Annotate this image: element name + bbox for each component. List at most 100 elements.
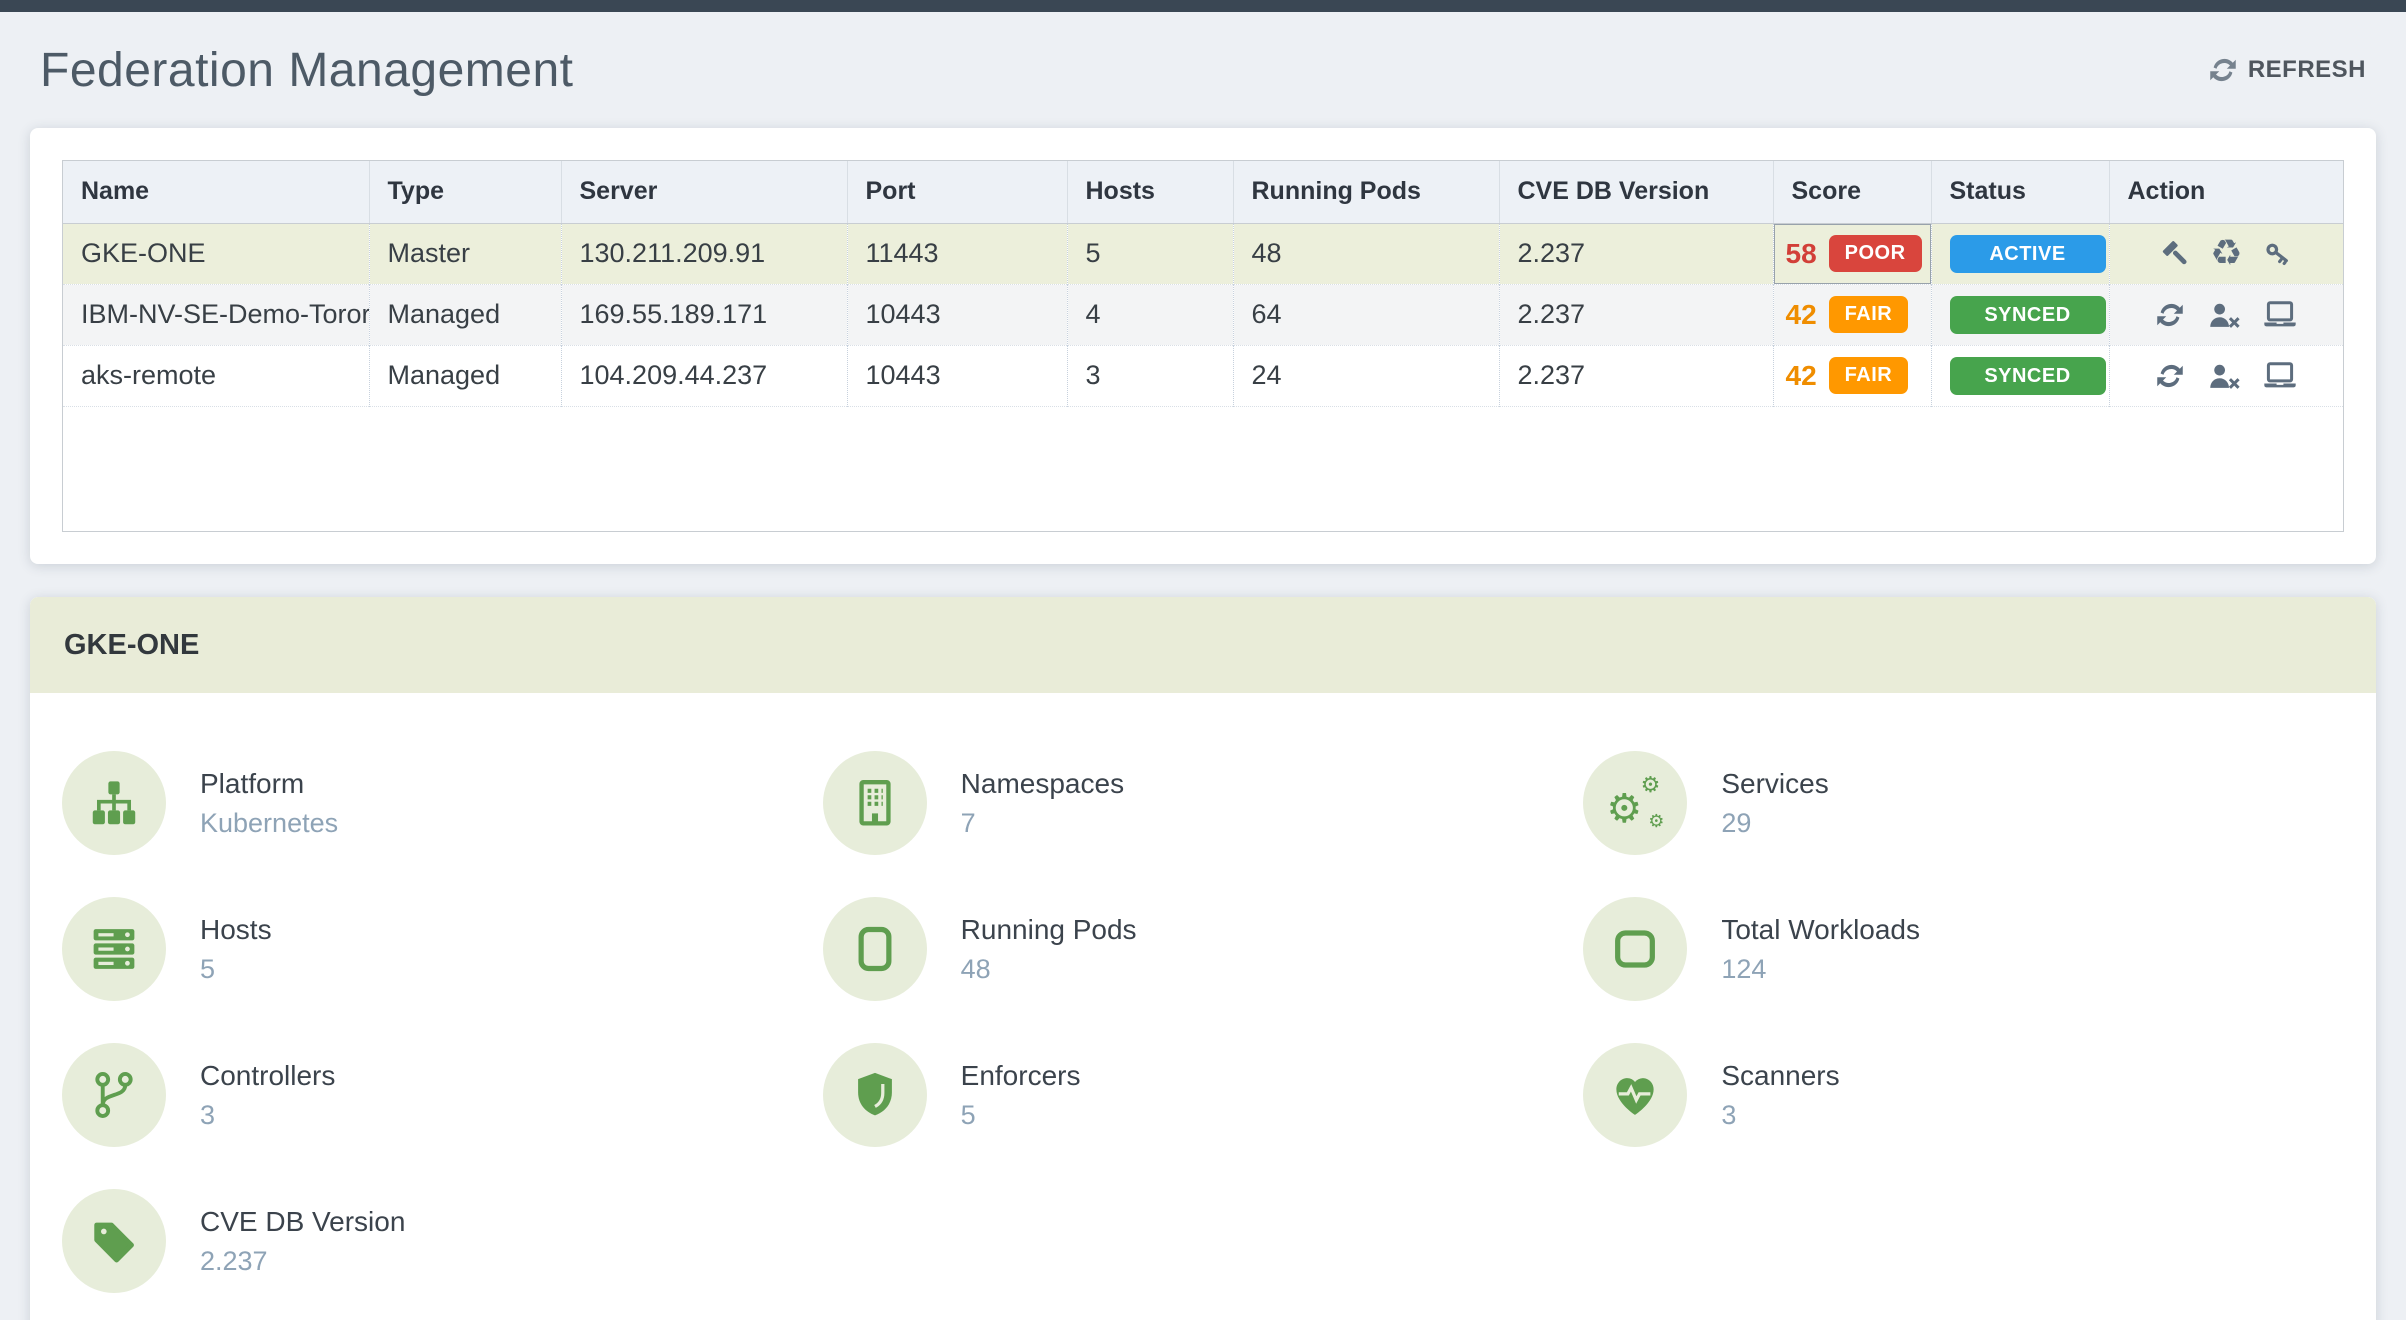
cell-cve-db-version: 2.237 [1498, 284, 1773, 345]
heartbeat-icon [1583, 1043, 1688, 1147]
status-badge: SYNCED [1949, 295, 2106, 334]
detail-title: GKE-ONE [64, 628, 200, 661]
col-header-server: Server [560, 161, 847, 224]
table-row-managed-1[interactable]: IBM-NV-SE-Demo-Toror Managed 169.55.189.… [63, 284, 2343, 345]
table-header-row: Name Type Server Port Hosts Running Pods… [63, 161, 2343, 224]
recycle-icon[interactable]: ♻ [2210, 235, 2242, 271]
sitemap-icon [62, 751, 166, 855]
remove-user-icon[interactable] [2206, 300, 2242, 330]
stat-value: 3 [1721, 1099, 1737, 1130]
cell-server: 104.209.44.237 [560, 345, 847, 406]
status-badge: SYNCED [1949, 356, 2106, 395]
cell-actions: ♻ [2108, 223, 2343, 284]
status-badge: ACTIVE [1949, 234, 2106, 273]
workload-icon [1583, 897, 1688, 1001]
cell-cve-db-version: 2.237 [1498, 345, 1773, 406]
stat-value: 48 [960, 953, 991, 984]
cell-actions [2108, 284, 2343, 345]
refresh-button[interactable]: REFRESH [2208, 55, 2366, 85]
score-value: 58 [1785, 237, 1817, 269]
col-header-port: Port [846, 161, 1067, 224]
score-badge: FAIR [1828, 296, 1909, 333]
col-header-name: Name [63, 161, 369, 224]
cell-hosts: 4 [1066, 284, 1233, 345]
clusters-table-wrap: Name Type Server Port Hosts Running Pods… [62, 160, 2344, 532]
stat-cve-db-version: CVE DB Version 2.237 [62, 1189, 823, 1293]
cell-type: Managed [368, 345, 561, 406]
cluster-detail-card: GKE-ONE Platform Kubernetes Namespaces 7 [30, 597, 2376, 1320]
cell-score: 42 FAIR [1772, 345, 1931, 406]
cell-port: 10443 [846, 284, 1067, 345]
score-value: 42 [1785, 359, 1817, 391]
stat-value: 3 [200, 1099, 216, 1130]
stat-total-workloads: Total Workloads 124 [1583, 897, 2344, 1001]
pod-icon [822, 897, 927, 1001]
stat-label: Running Pods [960, 913, 1137, 945]
remove-user-icon[interactable] [2206, 361, 2242, 391]
clusters-table-card: Name Type Server Port Hosts Running Pods… [30, 128, 2376, 564]
stat-value: 5 [960, 1099, 976, 1130]
cell-type: Master [368, 223, 561, 284]
stat-label: Scanners [1721, 1059, 1840, 1091]
stat-label: Services [1721, 767, 1829, 799]
servers-icon [62, 897, 166, 1001]
cell-score: 42 FAIR [1772, 284, 1931, 345]
key-icon[interactable] [2262, 239, 2294, 269]
detail-header: GKE-ONE [30, 597, 2376, 693]
gears-icon: ⚙ ⚙ ⚙ [1583, 751, 1688, 855]
cell-running-pods: 64 [1232, 284, 1499, 345]
stat-controllers: Controllers 3 [62, 1043, 823, 1147]
table-row-master[interactable]: GKE-ONE Master 130.211.209.91 11443 5 48… [63, 223, 2343, 284]
cell-server: 130.211.209.91 [560, 223, 847, 284]
stat-label: CVE DB Version [200, 1205, 406, 1237]
branch-icon [62, 1043, 166, 1147]
cell-server: 169.55.189.171 [560, 284, 847, 345]
stat-value: 7 [960, 807, 976, 838]
shield-icon [822, 1043, 927, 1147]
laptop-icon[interactable] [2262, 361, 2298, 391]
cell-name: aks-remote [81, 360, 217, 390]
cell-actions [2108, 345, 2343, 406]
stat-value: 5 [200, 953, 216, 984]
cell-cve-db-version: 2.237 [1498, 223, 1773, 284]
tag-icon [62, 1189, 166, 1293]
cell-status: SYNCED [1930, 345, 2109, 406]
stat-label: Hosts [200, 913, 272, 945]
building-icon [822, 751, 927, 855]
cell-type: Managed [368, 284, 561, 345]
cluster-stats-grid: Platform Kubernetes Namespaces 7 ⚙ ⚙ ⚙ Ser… [30, 693, 2376, 1320]
stat-value: 29 [1721, 807, 1752, 838]
sync-icon[interactable] [2154, 361, 2186, 391]
stat-hosts: Hosts 5 [62, 897, 823, 1001]
cell-hosts: 5 [1066, 223, 1233, 284]
stat-label: Controllers [200, 1059, 336, 1091]
table-row-managed-2[interactable]: aks-remote Managed 104.209.44.237 10443 … [63, 345, 2343, 406]
stat-label: Namespaces [960, 767, 1125, 799]
col-header-type: Type [368, 161, 561, 224]
stat-label: Enforcers [960, 1059, 1081, 1091]
refresh-icon [2208, 55, 2238, 85]
cell-status: ACTIVE [1930, 223, 2109, 284]
stat-running-pods: Running Pods 48 [822, 897, 1584, 1001]
stat-value: 124 [1721, 953, 1767, 984]
refresh-label: REFRESH [2247, 56, 2366, 83]
top-accent-bar [0, 0, 2406, 12]
page-title: Federation Management [40, 43, 574, 97]
stat-label: Total Workloads [1721, 913, 1921, 945]
laptop-icon[interactable] [2262, 300, 2298, 330]
cell-port: 11443 [846, 223, 1067, 284]
score-badge: FAIR [1828, 357, 1909, 394]
cell-score-selected: 58 POOR [1772, 223, 1931, 284]
stat-scanners: Scanners 3 [1583, 1043, 2344, 1147]
stat-namespaces: Namespaces 7 [822, 751, 1584, 855]
federation-page: Federation Management REFRESH Name Type … [0, 12, 2406, 1320]
stat-platform: Platform Kubernetes [62, 751, 823, 855]
stat-value: Kubernetes [200, 807, 339, 838]
gavel-icon[interactable] [2158, 239, 2190, 269]
cell-name: IBM-NV-SE-Demo-Toror [81, 299, 369, 329]
stat-label: Platform [200, 767, 305, 799]
col-header-status: Status [1930, 161, 2109, 224]
stat-enforcers: Enforcers 5 [822, 1043, 1584, 1147]
sync-icon[interactable] [2154, 300, 2186, 330]
score-badge: POOR [1828, 235, 1922, 272]
